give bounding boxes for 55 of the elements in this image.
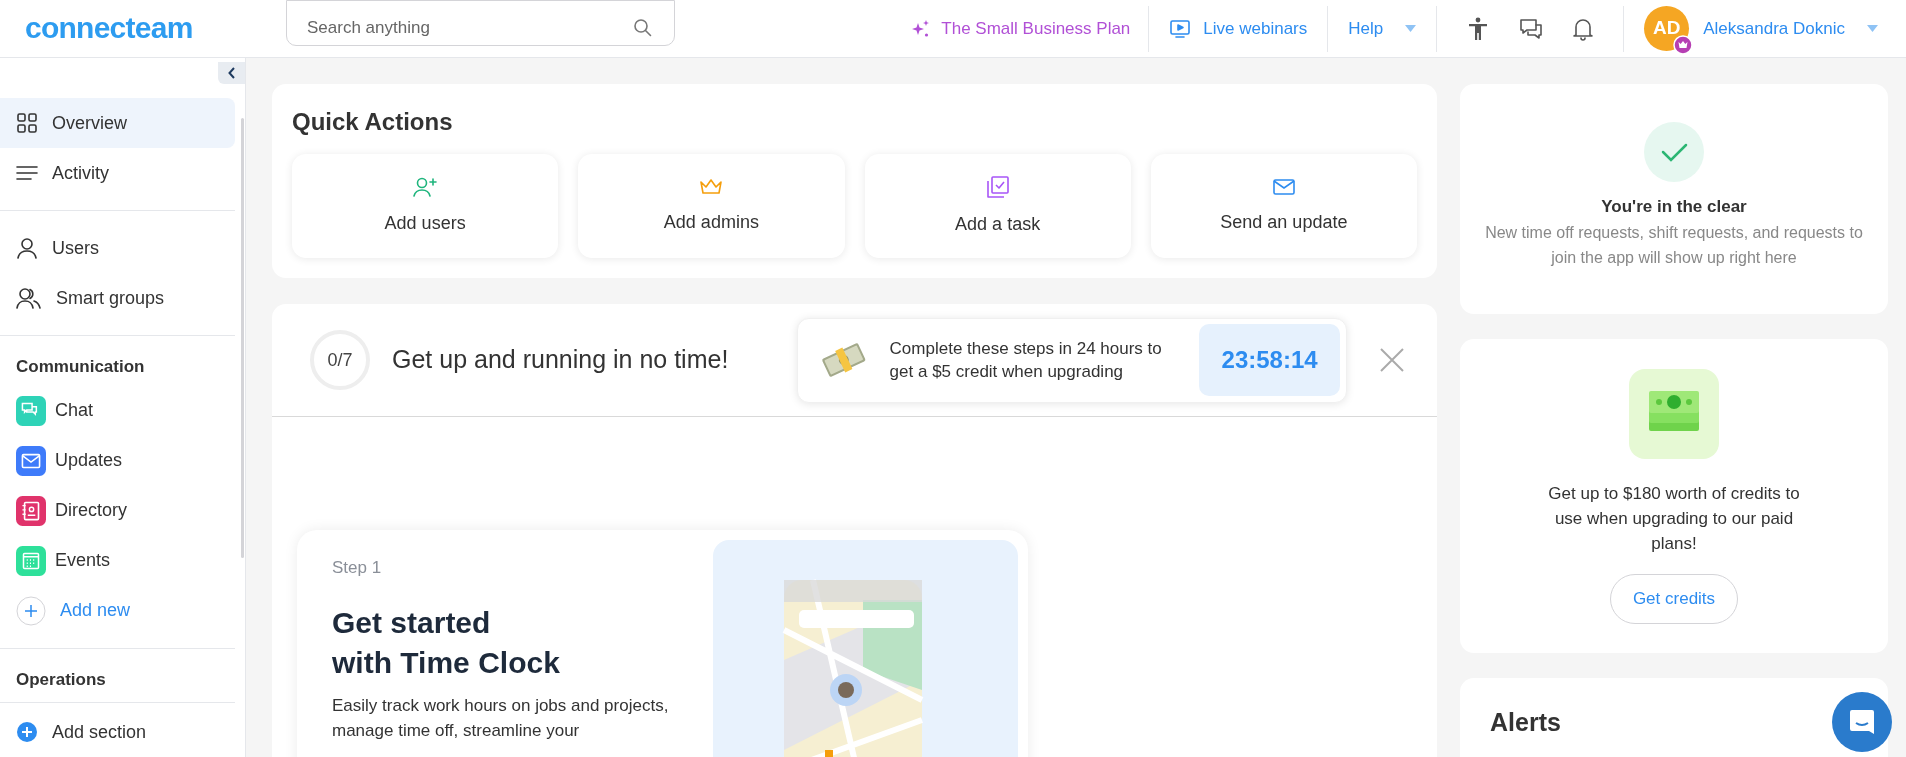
promo-text: Complete these steps in 24 hours to get a $5 credit when upgrading (889, 338, 1163, 383)
quick-action-button[interactable]: Add users (292, 154, 559, 258)
cash-icon (1629, 369, 1719, 459)
section-heading: Operations (0, 660, 235, 703)
nav-item[interactable]: Events (0, 535, 235, 586)
nav-item[interactable]: Updates (0, 435, 235, 486)
progress-ring: 0/7 (310, 330, 370, 390)
webinars-link[interactable]: Live webinars (1149, 15, 1328, 42)
nav-item[interactable]: Smart groups (0, 273, 235, 323)
user-icon (16, 237, 38, 259)
envelope-icon (1271, 176, 1296, 197)
close-icon (1379, 347, 1405, 373)
step-label: Step 1 (332, 557, 383, 579)
nav-item[interactable]: Overview (0, 98, 235, 148)
grid-icon (16, 112, 38, 134)
checklist-icon (985, 174, 1010, 199)
quick-action-button[interactable]: Add admins (578, 154, 845, 258)
lines-icon (16, 165, 38, 181)
users-icon (16, 287, 42, 309)
nav-item[interactable]: Activity (0, 148, 235, 198)
step-description: Easily track work hours on jobs and projects, manage time off, streamline your (332, 694, 670, 742)
chat-icon (1848, 708, 1876, 736)
credits-text: Get up to $180 worth of credits to use when upgrading to our paid plans! (1547, 483, 1801, 555)
nav-item[interactable]: Users (0, 223, 235, 273)
nav-item[interactable]: Directory (0, 485, 235, 536)
plus-circle-icon (16, 595, 46, 626)
caret-icon (1867, 25, 1878, 32)
step-title: Get started with Time Clock (332, 604, 561, 681)
plus-circle-icon (16, 721, 38, 743)
chat-bubbles-icon[interactable] (1519, 17, 1544, 40)
onboarding-title: Get up and running in no time! (392, 344, 729, 376)
chevron-left-icon (227, 67, 236, 79)
user-menu[interactable]: Aleksandra Doknic (1703, 15, 1878, 42)
section-heading: Communication (15, 356, 146, 378)
requests-title: You're in the clear (1601, 196, 1747, 218)
bell-icon[interactable] (1573, 16, 1594, 41)
quick-action-button[interactable]: Add a task (864, 154, 1131, 258)
card-title: Alerts (1490, 707, 1561, 738)
check-icon (1644, 122, 1704, 182)
requests-text: New time off requests, shift requests, and requests to join the app will show up right here (1484, 222, 1864, 268)
countdown-timer: 23:58:14 (1199, 324, 1340, 396)
search-icon (633, 17, 653, 38)
video-play-icon (1169, 18, 1192, 39)
crown-badge-icon (1673, 35, 1694, 55)
quick-action-button[interactable]: Send an update (1150, 154, 1417, 258)
add-user-icon (412, 175, 439, 198)
nav-item[interactable]: Chat (0, 385, 235, 436)
nav-item[interactable]: Add section (0, 707, 235, 757)
card-title: Quick Actions (292, 107, 454, 137)
accessibility-icon[interactable] (1467, 16, 1490, 41)
plan-link[interactable]: The Small Business Plan (911, 15, 1149, 42)
search-field[interactable]: Search anything (286, 0, 675, 46)
crown-icon (698, 176, 725, 197)
caret-icon (1405, 25, 1417, 32)
nav-item[interactable]: Add new (0, 585, 235, 636)
